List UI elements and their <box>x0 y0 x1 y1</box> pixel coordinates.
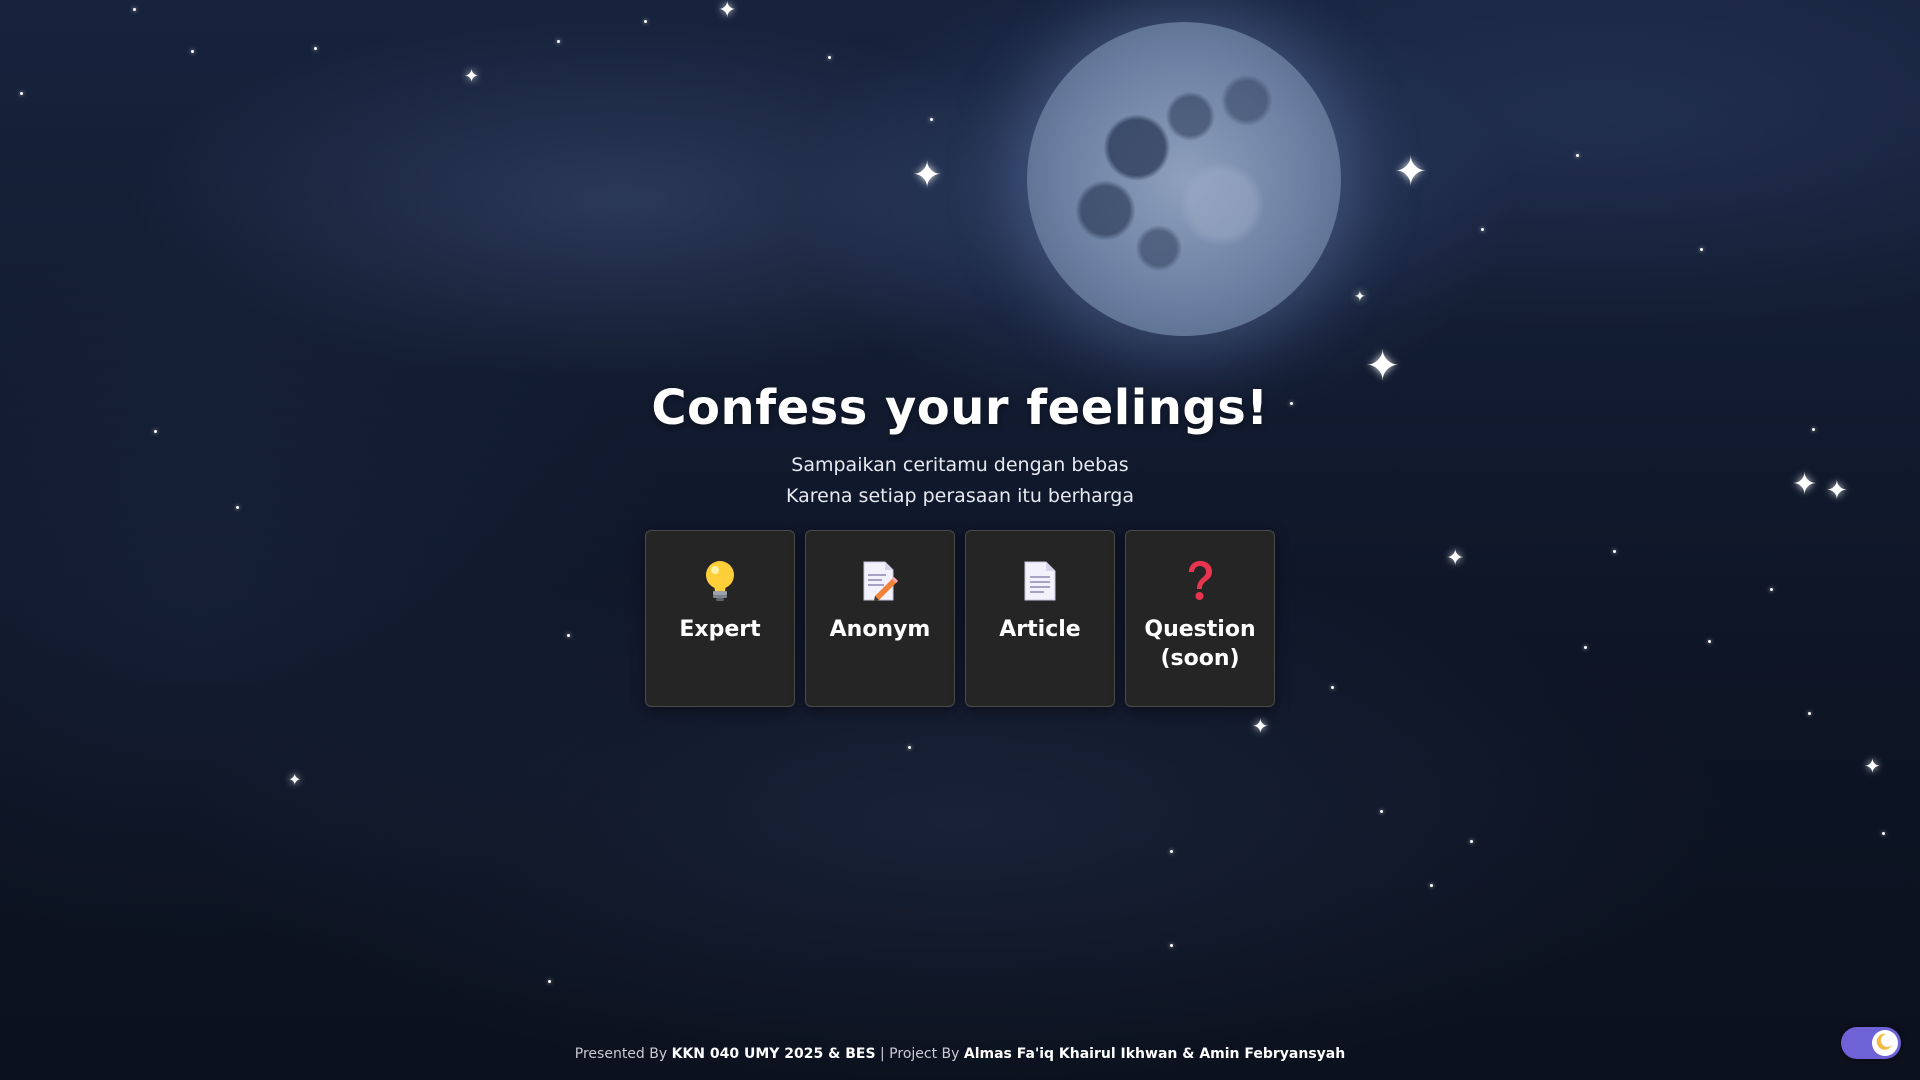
star-dot <box>1170 944 1173 947</box>
theme-toggle[interactable] <box>1841 1027 1901 1059</box>
star-icon: ✦ <box>1446 546 1465 571</box>
star-dot <box>1700 248 1703 251</box>
star-dot <box>1882 832 1885 835</box>
star-dot <box>314 47 317 50</box>
star-dot <box>1430 884 1433 887</box>
page-title: Confess your feelings! <box>651 380 1269 436</box>
document-icon <box>1018 559 1062 603</box>
star-dot <box>1331 686 1334 689</box>
lightbulb-icon <box>698 559 742 603</box>
subtitle-line: Sampaikan ceritamu dengan bebas <box>791 454 1129 476</box>
star-icon: ✦ <box>464 66 480 87</box>
anonym-card[interactable]: Anonym <box>805 530 955 707</box>
footer-credits: Presented By KKN 040 UMY 2025 & BES | Pr… <box>0 1046 1920 1062</box>
star-dot <box>908 746 911 749</box>
article-card[interactable]: Article <box>965 530 1115 707</box>
star-icon: ✦ <box>1864 754 1881 778</box>
presented-by: KKN 040 UMY 2025 & BES <box>671 1046 876 1062</box>
star-dot <box>1770 588 1773 591</box>
card-label: Anonym <box>829 617 931 642</box>
star-icon: ✦ <box>288 770 302 789</box>
card-label: Expert <box>679 617 761 642</box>
hero-section: Confess your feelings! Sampaikan ceritam… <box>0 380 1920 512</box>
star-dot <box>828 56 831 59</box>
subtitle: Sampaikan ceritamu dengan bebas Karena s… <box>0 450 1920 512</box>
project-by: Almas Fa'iq Khairul Ikhwan & Amin Febrya… <box>963 1046 1346 1062</box>
star-dot <box>644 20 647 23</box>
star-dot <box>1481 228 1484 231</box>
star-icon: ✦ <box>1252 714 1269 738</box>
star-dot <box>1808 712 1811 715</box>
card-label: Question (soon) <box>1144 617 1256 671</box>
question-mark-icon <box>1178 559 1222 603</box>
star-dot <box>1380 810 1383 813</box>
moon-image <box>1027 22 1341 336</box>
star-dot <box>567 634 570 637</box>
star-dot <box>557 40 560 43</box>
star-icon: ✦ <box>1354 289 1366 305</box>
star-dot <box>1470 840 1473 843</box>
star-dot <box>20 92 23 95</box>
star-dot <box>1576 154 1579 157</box>
star-dot <box>1170 850 1173 853</box>
moon-icon <box>1876 1032 1894 1054</box>
star-icon: ✦ <box>912 155 943 196</box>
star-dot <box>548 980 551 983</box>
project-prefix: Project By <box>889 1046 960 1062</box>
star-dot <box>191 50 194 53</box>
star-icon: ✦ <box>1394 149 1428 195</box>
presented-prefix: Presented By <box>574 1046 668 1062</box>
memo-pencil-icon <box>858 559 902 603</box>
star-dot <box>1613 550 1616 553</box>
star-dot <box>1708 640 1711 643</box>
star-dot <box>133 8 136 11</box>
toggle-knob <box>1872 1030 1898 1056</box>
card-label: Article <box>999 617 1081 642</box>
star-icon: ✦ <box>718 0 737 23</box>
footer-separator: | <box>880 1046 885 1062</box>
question-card[interactable]: Question (soon) <box>1125 530 1275 707</box>
star-dot <box>1584 646 1587 649</box>
expert-card[interactable]: Expert <box>645 530 795 707</box>
subtitle-line: Karena setiap perasaan itu berharga <box>785 485 1134 507</box>
menu-cards: Expert Anonym Article Question (soon) <box>645 530 1275 707</box>
star-dot <box>930 118 933 121</box>
